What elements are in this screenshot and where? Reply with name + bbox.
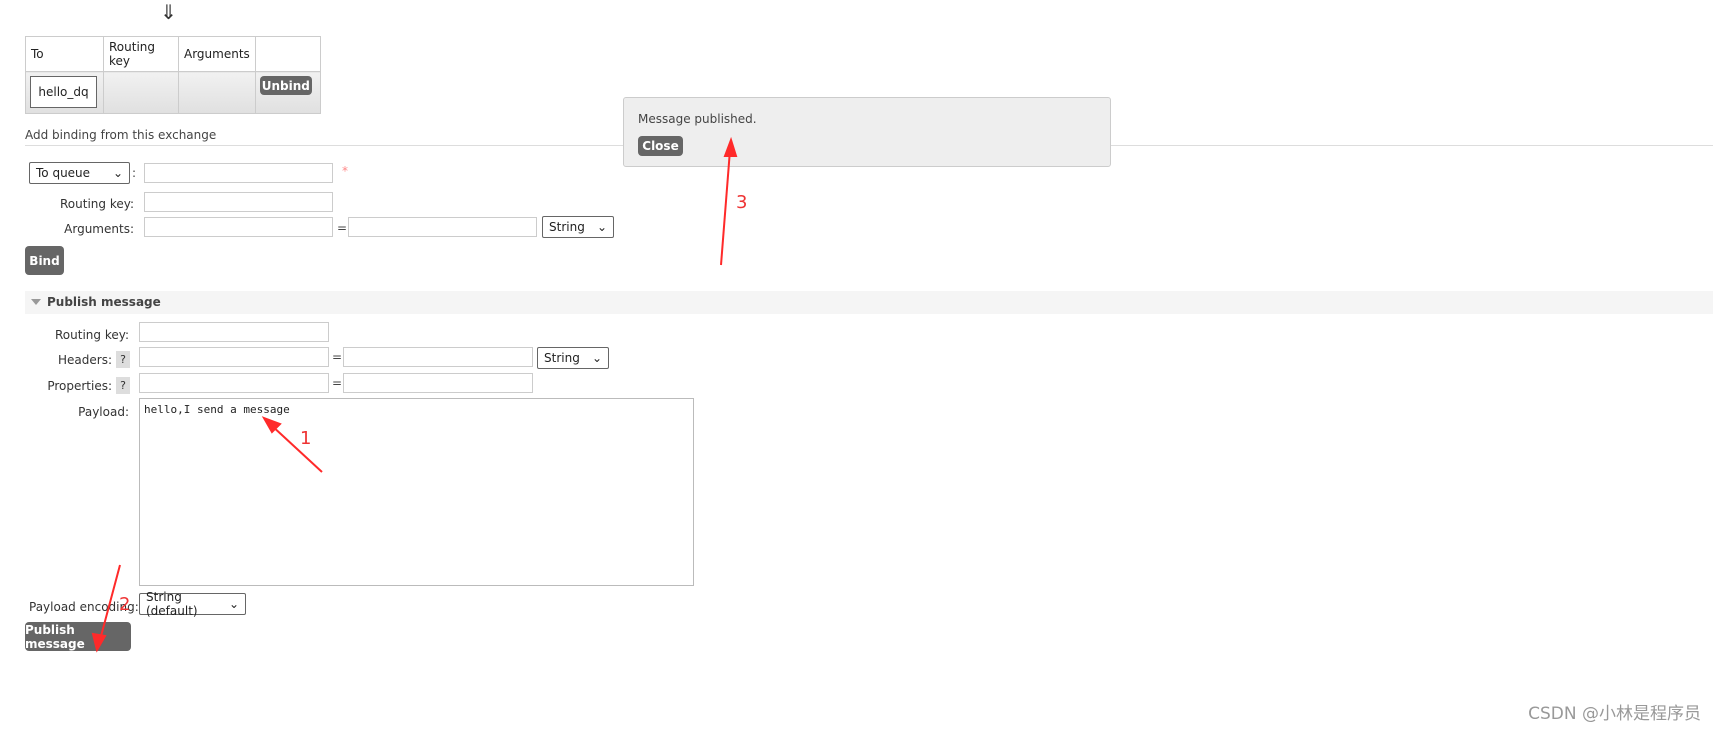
annotation-arrow-1 [269, 423, 323, 473]
annotation-number-1: 1 [300, 428, 312, 449]
arrow-head-icon [91, 632, 107, 653]
annotation-arrow-3 [720, 149, 731, 266]
annotation-number-2: 2 [119, 594, 131, 615]
annotation-number-3: 3 [736, 192, 748, 213]
arrow-head-icon [723, 136, 738, 157]
watermark: CSDN @小林是程序员 [1528, 704, 1701, 724]
annotation-arrow-2 [99, 564, 121, 641]
annotation-arrows [91, 136, 738, 653]
